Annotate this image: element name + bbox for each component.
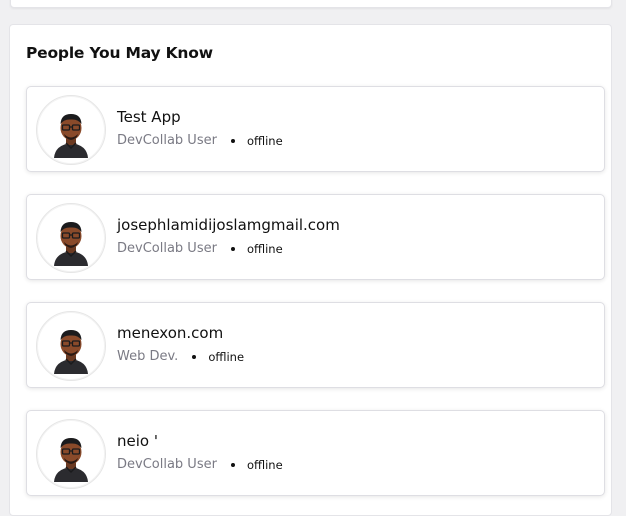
- person-meta: DevCollab User offline: [117, 457, 283, 472]
- developer-avatar-icon[interactable]: [36, 311, 106, 381]
- section-title: People You May Know: [26, 44, 213, 62]
- person-role: DevCollab User: [117, 133, 217, 148]
- person-role: Web Dev.: [117, 349, 179, 364]
- status-badge: offline: [208, 349, 245, 364]
- people-you-may-know-panel: People You May Know Test App DevCollab U…: [9, 24, 612, 516]
- separator-dot: [230, 462, 235, 467]
- person-name[interactable]: josephlamidijoslamgmail.com: [117, 216, 340, 234]
- person-meta: Web Dev. offline: [117, 349, 244, 364]
- person-name[interactable]: menexon.com: [117, 324, 223, 342]
- person-card[interactable]: menexon.com Web Dev. offline: [26, 302, 605, 388]
- person-role: DevCollab User: [117, 457, 217, 472]
- separator-dot: [192, 354, 197, 359]
- separator-dot: [230, 246, 235, 251]
- person-name[interactable]: neio ': [117, 432, 158, 450]
- person-meta: DevCollab User offline: [117, 133, 283, 148]
- status-badge: offline: [246, 457, 283, 472]
- developer-avatar-icon[interactable]: [36, 95, 106, 165]
- previous-card: [10, 0, 612, 8]
- person-card[interactable]: josephlamidijoslamgmail.com DevCollab Us…: [26, 194, 605, 280]
- status-badge: offline: [246, 133, 283, 148]
- person-meta: DevCollab User offline: [117, 241, 283, 256]
- developer-avatar-icon[interactable]: [36, 203, 106, 273]
- separator-dot: [230, 138, 235, 143]
- status-badge: offline: [246, 241, 283, 256]
- person-role: DevCollab User: [117, 241, 217, 256]
- person-card[interactable]: Test App DevCollab User offline: [26, 86, 605, 172]
- developer-avatar-icon[interactable]: [36, 419, 106, 489]
- person-name[interactable]: Test App: [117, 108, 181, 126]
- person-card[interactable]: neio ' DevCollab User offline: [26, 410, 605, 496]
